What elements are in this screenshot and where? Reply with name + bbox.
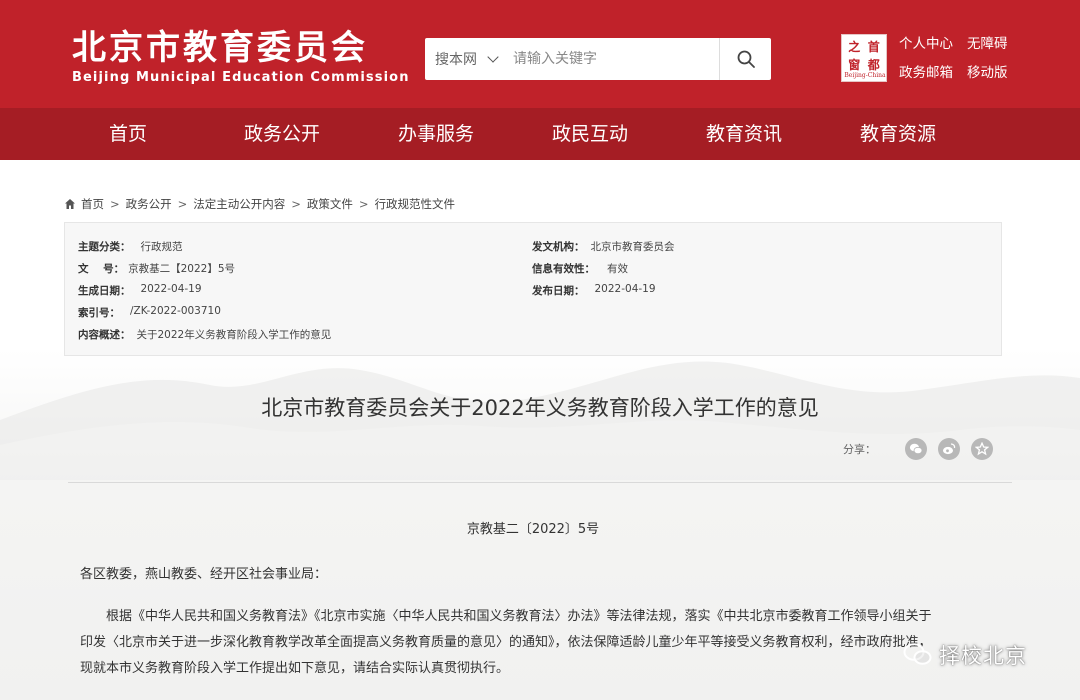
meta-label: 生成日期： [78,285,131,297]
meta-value: 关于2022年义务教育阶段入学工作的意见 [136,329,332,341]
breadcrumb-separator: > [358,197,369,211]
meta-created-date: 生成日期： 2022-04-19 [78,283,202,298]
meta-value: 京教基二【2022】5号 [128,263,236,275]
meta-doc-number: 文 号： 京教基二【2022】5号 [78,261,235,276]
home-icon [65,199,75,209]
breadcrumb-item-home[interactable]: 首页 [81,196,104,212]
breadcrumb-item-normative[interactable]: 行政规范性文件 [375,196,456,212]
brand-name-en: Beijing Municipal Education Commission [72,70,410,85]
nav-item-news[interactable]: 教育资讯 [684,108,804,160]
search-icon [737,50,755,68]
meta-label: 内容概述： [78,329,131,341]
wechat-icon [909,443,923,455]
search-bar: 搜本网 [425,38,771,80]
breadcrumb-item-gov-affairs[interactable]: 政务公开 [126,196,172,212]
capital-window-seal[interactable]: 之 首 窗 都 Beijing-China [841,34,887,82]
document-salutation: 各区教委，燕山教委、经开区社会事业局： [80,567,328,582]
personal-center-link[interactable]: 个人中心 [899,34,953,54]
brand-name-cn: 北京市教育委员会 [72,28,368,68]
meta-label: 发布日期： [532,285,585,297]
document-title: 北京市教育委员会关于2022年义务教育阶段入学工作的意见 [261,396,819,420]
meta-value: 2022-04-19 [594,283,656,295]
meta-issuer: 发文机构： 北京市教育委员会 [532,239,675,254]
meta-published-date: 发布日期： 2022-04-19 [532,283,656,298]
seal-char: 窗 [848,58,861,72]
accessibility-link[interactable]: 无障碍 [967,34,1008,54]
meta-validity: 信息有效性： 有效 [532,261,628,276]
breadcrumb: 首页 > 政务公开 > 法定主动公开内容 > 政策文件 > 行政规范性文件 [64,196,455,212]
nav-item-home[interactable]: 首页 [68,108,188,160]
breadcrumb-separator: > [177,197,188,211]
meta-value: 有效 [607,263,628,275]
meta-label: 主题分类： [78,241,131,253]
wechat-share-button[interactable] [905,438,927,460]
watermark: 择校北京 [903,640,1027,670]
site-logo[interactable]: 北京市教育委员会 Beijing Municipal Education Com… [72,28,410,85]
nav-item-resources[interactable]: 教育资源 [838,108,958,160]
paragraph-line: 根据《中华人民共和国义务教育法》《北京市实施〈中华人民共和国义务教育法〉办法》等… [106,609,932,624]
meta-label: 索引号： [78,307,120,319]
seal-char: 之 [848,40,861,54]
meta-value: 北京市教育委员会 [590,241,675,253]
watermark-text: 择校北京 [939,644,1027,668]
weibo-share-button[interactable] [938,438,960,460]
gov-mail-link[interactable]: 政务邮箱 [899,63,953,83]
chevron-down-icon [487,51,499,63]
meta-index: 索引号： /ZK-2022-003710 [78,305,221,320]
document-paragraph: 根据《中华人民共和国义务教育法》《北京市实施〈中华人民共和国义务教育法〉办法》等… [80,604,980,682]
search-button[interactable] [719,38,771,80]
share-bar: 分享： [843,438,993,460]
search-scope-label: 搜本网 [435,52,477,68]
meta-value: /ZK-2022-003710 [130,305,221,317]
meta-label: 文 号： [78,263,125,275]
paragraph-line: 现就本市义务教育阶段入学工作提出如下意见，请结合实际认真贯彻执行。 [80,661,510,676]
title-divider [68,482,1012,483]
meta-summary: 内容概述： 关于2022年义务教育阶段入学工作的意见 [78,327,331,342]
breadcrumb-separator: > [110,197,120,211]
nav-item-interaction[interactable]: 政民互动 [530,108,650,160]
main-nav: 首页 政务公开 办事服务 政民互动 教育资讯 教育资源 [0,108,1080,160]
seal-caption: Beijing-China [844,72,886,79]
meta-value: 2022-04-19 [140,283,202,295]
seal-char: 都 [867,58,880,72]
weibo-icon [943,443,956,455]
meta-topic: 主题分类： 行政规范 [78,239,183,254]
top-links: 个人中心 无障碍 政务邮箱 移动版 [899,34,1019,92]
paragraph-line: 印发〈北京市关于进一步深化教育教学改革全面提高义务教育质量的意见〉的通知》，依法… [80,635,932,650]
site-header: 北京市教育委员会 Beijing Municipal Education Com… [0,0,1080,108]
share-label: 分享： [843,443,876,456]
document-number: 京教基二〔2022〕5号 [466,522,600,537]
nav-item-gov-affairs[interactable]: 政务公开 [222,108,342,160]
search-scope-dropdown[interactable]: 搜本网 [425,38,513,80]
meta-label: 发文机构： [532,241,585,253]
breadcrumb-item-statutory[interactable]: 法定主动公开内容 [193,196,285,212]
seal-char: 首 [867,40,880,54]
mobile-version-link[interactable]: 移动版 [967,63,1008,83]
nav-item-services[interactable]: 办事服务 [376,108,496,160]
meta-label: 信息有效性： [532,263,595,275]
breadcrumb-item-policy[interactable]: 政策文件 [307,196,353,212]
meta-value: 行政规范 [140,241,183,253]
breadcrumb-separator: > [291,197,301,211]
star-icon [975,442,989,456]
favorite-share-button[interactable] [971,438,993,460]
search-input[interactable] [513,38,719,80]
wechat-logo-icon [903,643,932,665]
